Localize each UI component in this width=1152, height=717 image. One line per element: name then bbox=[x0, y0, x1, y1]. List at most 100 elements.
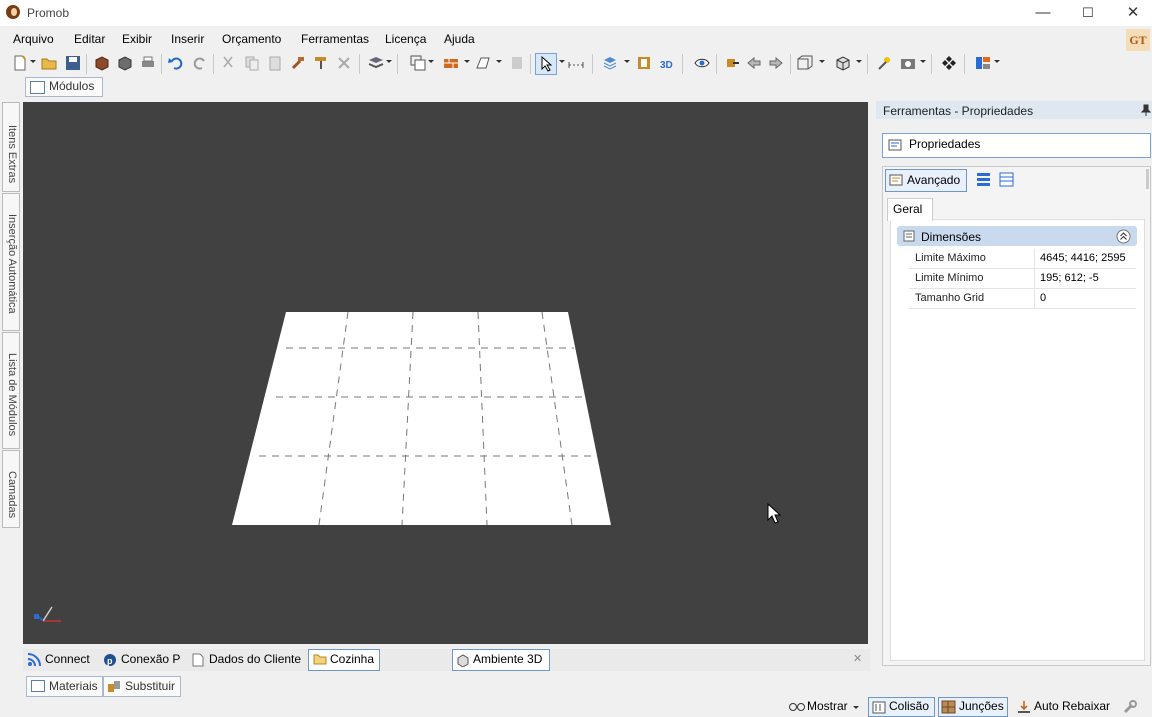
list-view-icon[interactable] bbox=[976, 172, 991, 187]
copy-icon[interactable] bbox=[244, 55, 260, 71]
side-tab-insercao-automatica[interactable]: Inserção Automática bbox=[2, 193, 20, 331]
ambiente-3d-icon bbox=[457, 654, 469, 667]
panel-title: Ferramentas - Propriedades bbox=[883, 104, 1034, 118]
menu-licenca[interactable]: Licença bbox=[385, 32, 426, 46]
nodes-icon[interactable] bbox=[941, 55, 957, 71]
save-icon[interactable] bbox=[65, 55, 81, 71]
side-tab-insercao-label: Inserção Automática bbox=[6, 214, 18, 314]
module-layers-icon[interactable] bbox=[368, 55, 384, 71]
select-pointer-icon[interactable] bbox=[535, 53, 557, 75]
menu-exibir[interactable]: Exibir bbox=[122, 32, 152, 46]
wall-icon[interactable] bbox=[443, 55, 459, 71]
open-folder-icon[interactable] bbox=[41, 55, 57, 71]
3d-viewport[interactable] bbox=[23, 102, 868, 644]
side-tab-lista-modulos[interactable]: Lista de Módulos bbox=[2, 332, 20, 449]
new-file-icon[interactable] bbox=[12, 55, 28, 71]
user-badge[interactable]: GT bbox=[1126, 29, 1150, 51]
auto-rebaixar-icon bbox=[1018, 701, 1030, 713]
minimize-button[interactable]: — bbox=[1020, 0, 1066, 26]
menu-inserir[interactable]: Inserir bbox=[171, 32, 204, 46]
document-icon bbox=[192, 653, 204, 667]
dimensions-icon bbox=[903, 230, 915, 242]
maximize-button[interactable]: ☐ bbox=[1065, 0, 1111, 26]
bottom-panel-tabs: Materiais Substituir bbox=[23, 676, 183, 697]
panel-scrollbar[interactable] bbox=[1146, 169, 1149, 189]
menu-ajuda[interactable]: Ajuda bbox=[444, 32, 475, 46]
svg-text:p: p bbox=[107, 656, 113, 666]
new-dropdown-icon[interactable] bbox=[30, 60, 36, 63]
paint-roller-icon[interactable] bbox=[313, 55, 329, 71]
svg-text:3D: 3D bbox=[660, 60, 673, 71]
property-name: Limite Mínimo bbox=[915, 272, 984, 284]
auto-rebaixar-button[interactable]: Auto Rebaixar bbox=[1034, 699, 1110, 713]
promob-logo-icon bbox=[6, 5, 20, 19]
menu-ferramentas[interactable]: Ferramentas bbox=[301, 32, 369, 46]
axis-gizmo-icon bbox=[34, 606, 61, 622]
cut-icon[interactable] bbox=[220, 55, 236, 71]
property-row-tamanho-grid[interactable]: Tamanho Grid 0 bbox=[909, 289, 1136, 309]
module-box2-icon[interactable] bbox=[117, 55, 133, 71]
print-icon[interactable] bbox=[140, 55, 156, 71]
conexao-icon: p bbox=[104, 654, 116, 666]
arrow-left-icon[interactable] bbox=[746, 55, 762, 71]
side-tab-itens-extras-label: Itens Extras bbox=[6, 125, 18, 184]
arrow-right-icon[interactable] bbox=[768, 55, 784, 71]
document-tabs: Connect p Conexão P Dados do Cliente Coz… bbox=[23, 649, 870, 671]
mostrar-button[interactable]: Mostrar bbox=[807, 699, 848, 713]
substituir-icon bbox=[108, 681, 120, 692]
delete-icon[interactable] bbox=[336, 55, 352, 71]
view-cube-icon[interactable] bbox=[797, 55, 813, 71]
view-3d-icon[interactable]: 3D bbox=[659, 55, 675, 71]
property-value: 195; 612; -5 bbox=[1040, 272, 1099, 284]
undo-icon[interactable] bbox=[168, 55, 184, 71]
pin-icon[interactable] bbox=[1141, 104, 1151, 116]
layout-colors-icon[interactable] bbox=[975, 55, 991, 71]
tab-cozinha-label: Cozinha bbox=[330, 652, 375, 666]
status-bar: Mostrar Colisão Junções Auto Rebaixar bbox=[0, 697, 1152, 717]
redo-icon[interactable] bbox=[192, 55, 208, 71]
close-button[interactable]: ✕ bbox=[1110, 0, 1152, 26]
tab-substituir-label: Substituir bbox=[125, 679, 176, 693]
advanced-icon bbox=[889, 174, 903, 186]
menu-editar[interactable]: Editar bbox=[74, 32, 105, 46]
side-tab-camadas[interactable]: Camadas bbox=[2, 450, 20, 528]
collapse-chevron-icon[interactable] bbox=[1116, 229, 1131, 244]
tab-conexao[interactable]: Conexão P bbox=[121, 652, 180, 666]
camera-icon[interactable] bbox=[900, 55, 916, 71]
property-row-limite-maximo[interactable]: Limite Máximo 4645; 4416; 2595 bbox=[909, 249, 1136, 269]
wrench-icon[interactable] bbox=[1122, 699, 1138, 715]
main-toolbar: 3D bbox=[0, 52, 1152, 76]
measure-icon[interactable] bbox=[568, 55, 584, 71]
menu-arquivo[interactable]: Arquivo bbox=[13, 32, 54, 46]
window-title: Promob bbox=[27, 6, 70, 20]
hammer-icon[interactable] bbox=[290, 55, 306, 71]
tab-materiais-label: Materiais bbox=[49, 679, 98, 693]
move-module-icon[interactable] bbox=[724, 55, 740, 71]
group-icon[interactable] bbox=[410, 55, 426, 71]
module-box-icon[interactable] bbox=[94, 55, 110, 71]
grid-view-icon[interactable] bbox=[999, 172, 1014, 187]
paste-icon[interactable] bbox=[267, 55, 283, 71]
layers-icon[interactable] bbox=[602, 55, 618, 71]
mostrar-dropdown-icon[interactable] bbox=[853, 706, 859, 709]
advanced-button-label: Avançado bbox=[907, 173, 961, 187]
left-side-tabs: Itens Extras Inserção Automática Lista d… bbox=[0, 102, 20, 532]
box-3d-icon[interactable] bbox=[835, 55, 851, 71]
block-icon[interactable] bbox=[509, 55, 525, 71]
shape-icon[interactable] bbox=[475, 55, 491, 71]
close-tab-button[interactable]: ✕ bbox=[853, 652, 862, 665]
tab-dados-cliente[interactable]: Dados do Cliente bbox=[209, 652, 301, 666]
menu-orcamento[interactable]: Orçamento bbox=[222, 32, 281, 46]
folder-icon bbox=[313, 654, 327, 665]
eye-icon[interactable] bbox=[694, 55, 710, 71]
juncoes-icon bbox=[941, 700, 956, 714]
light-icon[interactable] bbox=[877, 55, 893, 71]
side-tab-itens-extras[interactable]: Itens Extras bbox=[2, 102, 20, 192]
tab-connect[interactable]: Connect bbox=[45, 652, 90, 666]
ruler-icon[interactable] bbox=[636, 55, 652, 71]
properties-icon bbox=[888, 139, 902, 151]
modules-tab-label: Módulos bbox=[49, 79, 95, 93]
property-row-limite-minimo[interactable]: Limite Mínimo 195; 612; -5 bbox=[909, 269, 1136, 289]
mouse-cursor-icon bbox=[767, 502, 782, 524]
side-tab-camadas-label: Camadas bbox=[6, 471, 18, 519]
